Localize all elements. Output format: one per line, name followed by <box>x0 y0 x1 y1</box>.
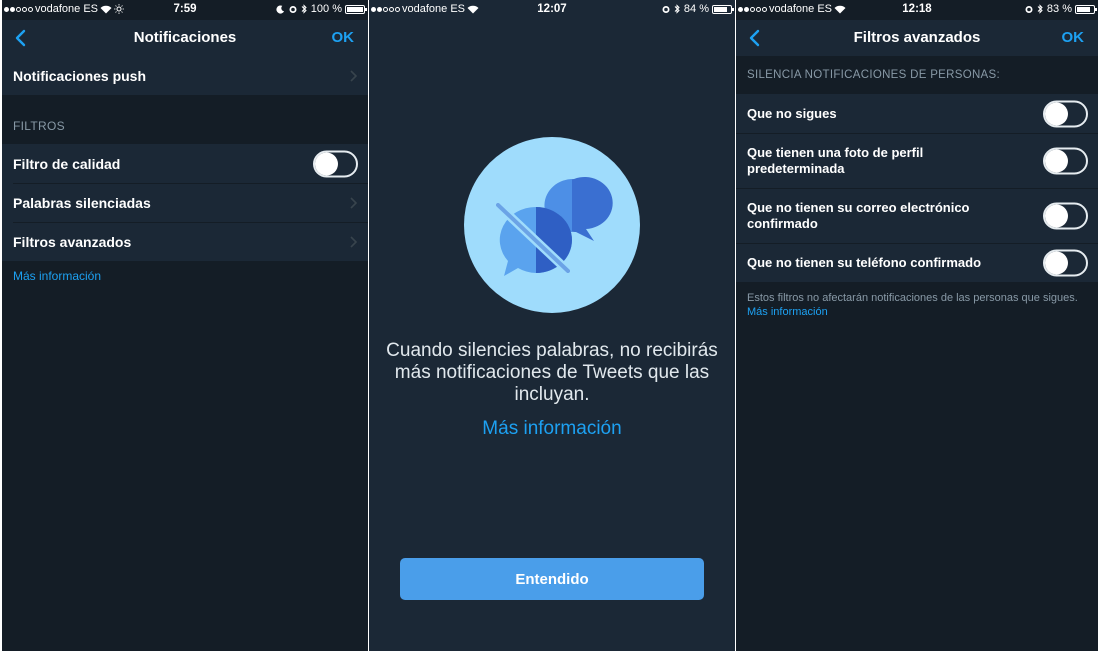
not-following-toggle[interactable] <box>1043 100 1088 127</box>
battery-icon <box>1075 4 1097 14</box>
mute-people-section-header: SILENCIA NOTIFICACIONES DE PERSONAS: <box>747 69 1000 81</box>
navigation-bar: Notificaciones OK <box>2 20 368 56</box>
battery-percent: 83 % <box>1046 3 1072 15</box>
chevron-right-icon <box>350 69 358 82</box>
chevron-right-icon <box>350 235 358 248</box>
advanced-filters-screen: vodafone ES 12:18 83 % Filtros avanzados… <box>736 0 1098 651</box>
filter-label: Que no tienen su correo electrónico conf… <box>747 199 970 231</box>
filter-row-default-photo: Que tienen una foto de perfil predetermi… <box>736 133 1098 188</box>
status-bar: vodafone ES 12:07 84 % <box>369 0 735 20</box>
status-bar: vodafone ES 12:18 83 % <box>736 0 1098 20</box>
got-it-button[interactable]: Entendido <box>400 558 704 600</box>
toggle-knob <box>1045 204 1068 227</box>
footer-text: Estos filtros no afectarán notificacione… <box>747 292 1078 304</box>
status-bar: vodafone ES 7:59 100 % <box>2 0 368 20</box>
notifications-screen: vodafone ES 7:59 100 % Notificaciones OK… <box>2 0 368 651</box>
muted-words-row[interactable]: Palabras silenciadas <box>2 183 368 222</box>
push-notifications-row[interactable]: Notificaciones push <box>2 56 368 95</box>
more-info-link[interactable]: Más información <box>13 269 101 283</box>
muted-words-message: Cuando silencies palabras, no recibirás … <box>369 340 735 406</box>
toggle-knob <box>1045 102 1068 125</box>
filter-row-not-following: Que no sigues <box>736 94 1098 133</box>
more-info-link[interactable]: Más información <box>747 306 828 318</box>
toggle-knob <box>315 152 338 175</box>
toggle-knob <box>1045 251 1068 274</box>
advanced-filters-label: Filtros avanzados <box>13 233 132 250</box>
filter-label: Que tienen una foto de perfil predetermi… <box>747 144 924 176</box>
push-notifications-label: Notificaciones push <box>13 67 147 84</box>
muted-words-intro-screen: vodafone ES 12:07 84 % Cuando silencies … <box>369 0 735 651</box>
ok-button[interactable]: OK <box>1062 29 1085 46</box>
chevron-right-icon <box>350 196 358 209</box>
battery-icon <box>712 4 734 14</box>
alarm-icon <box>1024 4 1034 14</box>
advanced-filters-row[interactable]: Filtros avanzados <box>2 222 368 261</box>
bluetooth-icon <box>1037 4 1044 14</box>
unconfirmed-phone-toggle[interactable] <box>1043 249 1088 276</box>
quality-filter-row: Filtro de calidad <box>2 144 368 183</box>
alarm-icon <box>288 4 298 14</box>
more-info-link[interactable]: Más información <box>369 418 735 440</box>
muted-conversation-icon <box>464 137 640 313</box>
quality-filter-toggle[interactable] <box>313 150 358 177</box>
muted-words-label: Palabras silenciadas <box>13 194 151 211</box>
filters-section-header: FILTROS <box>13 119 65 133</box>
filters-footer-note: Estos filtros no afectarán notificacione… <box>747 291 1090 319</box>
message-text: Cuando silencies palabras, no recibirás … <box>386 340 718 405</box>
filter-label: Que no tienen su teléfono confirmado <box>747 254 982 270</box>
unconfirmed-email-toggle[interactable] <box>1043 202 1088 229</box>
toggle-knob <box>1045 149 1068 172</box>
navigation-bar: Filtros avanzados OK <box>736 20 1098 56</box>
filter-label: Que no sigues <box>747 105 837 121</box>
bluetooth-icon <box>674 4 681 14</box>
page-title: Notificaciones <box>133 29 237 46</box>
battery-icon <box>345 4 367 14</box>
moon-icon <box>276 4 285 14</box>
quality-filter-label: Filtro de calidad <box>13 155 121 172</box>
battery-percent: 100 % <box>310 3 342 15</box>
default-photo-toggle[interactable] <box>1043 147 1088 174</box>
alarm-icon <box>661 4 671 14</box>
ok-button[interactable]: OK <box>332 29 355 46</box>
battery-percent: 84 % <box>683 3 709 15</box>
page-title: Filtros avanzados <box>853 29 981 46</box>
filter-row-unconfirmed-phone: Que no tienen su teléfono confirmado <box>736 243 1098 282</box>
filter-row-unconfirmed-email: Que no tienen su correo electrónico conf… <box>736 188 1098 243</box>
bluetooth-icon <box>301 4 308 14</box>
